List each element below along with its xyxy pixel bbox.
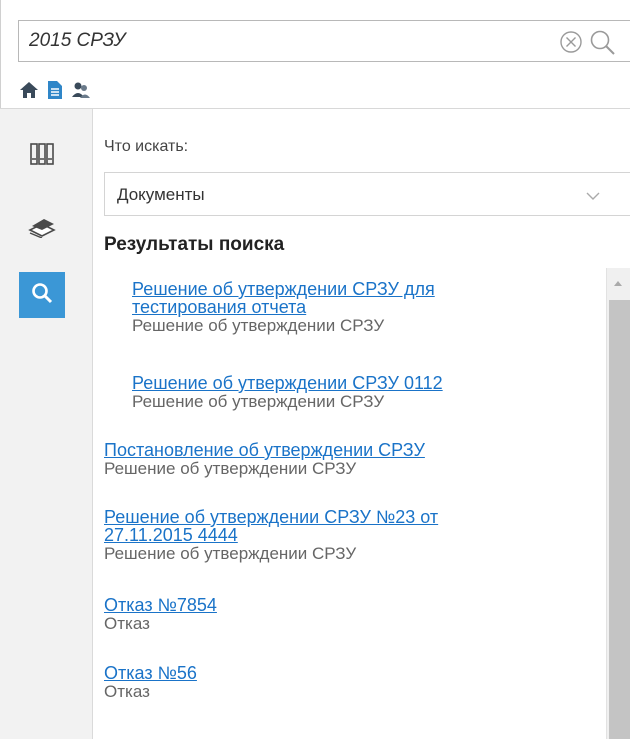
list-item: Решение об утверждении СРЗУ №23 от 27.11.…	[104, 508, 564, 563]
result-type: Решение об утверждении СРЗУ	[104, 459, 357, 478]
results-title: Результаты поиска	[104, 234, 285, 255]
search-box	[18, 20, 630, 62]
result-type: Решение об утверждении СРЗУ	[132, 316, 385, 335]
scroll-up-arrow-icon[interactable]	[606, 272, 630, 294]
list-item: Отказ №56 Отказ	[104, 664, 564, 701]
search-icon	[31, 282, 53, 309]
list-item: Решение об утверждении СРЗУ для тестирова…	[132, 280, 592, 335]
home-icon[interactable]	[18, 79, 40, 101]
result-link[interactable]: Отказ №7854	[104, 596, 564, 614]
search-button-icon[interactable]	[589, 29, 619, 55]
search-input[interactable]	[29, 21, 529, 61]
list-item: Постановление об утверждении СРЗУ Решени…	[104, 441, 564, 478]
result-type: Решение об утверждении СРЗУ	[132, 392, 385, 411]
sidebar-item-catalog[interactable]	[19, 133, 65, 179]
users-icon[interactable]	[70, 79, 92, 101]
document-icon[interactable]	[44, 79, 66, 101]
chevron-down-icon	[585, 188, 601, 206]
result-link[interactable]: Постановление об утверждении СРЗУ	[104, 441, 564, 459]
result-type: Решение об утверждении СРЗУ	[104, 544, 357, 563]
toolbar	[18, 76, 92, 104]
toolbar-divider	[0, 108, 630, 109]
clear-search-icon[interactable]	[559, 30, 583, 54]
results-list: Решение об утверждении СРЗУ для тестирова…	[104, 268, 604, 739]
list-item: Решение об утверждении СРЗУ 0112 Решение…	[132, 374, 592, 411]
sidebar	[0, 109, 93, 739]
sidebar-item-library[interactable]	[19, 205, 65, 251]
result-link[interactable]: Отказ №56	[104, 664, 564, 682]
catalog-columns-icon	[29, 142, 55, 171]
search-type-value: Документы	[117, 185, 205, 204]
result-link[interactable]: Решение об утверждении СРЗУ для тестирова…	[132, 280, 592, 316]
search-type-label: Что искать:	[104, 138, 189, 155]
result-link[interactable]: Решение об утверждении СРЗУ 0112	[132, 374, 592, 392]
result-type: Отказ	[104, 614, 150, 633]
sidebar-item-search[interactable]	[19, 272, 65, 318]
books-stack-icon	[28, 214, 56, 243]
result-type: Отказ	[104, 682, 150, 701]
result-link[interactable]: Решение об утверждении СРЗУ №23 от 27.11.…	[104, 508, 564, 544]
search-type-select[interactable]: Документы	[104, 172, 630, 216]
scrollbar-thumb[interactable]	[609, 300, 630, 739]
list-item: Отказ №7854 Отказ	[104, 596, 564, 633]
